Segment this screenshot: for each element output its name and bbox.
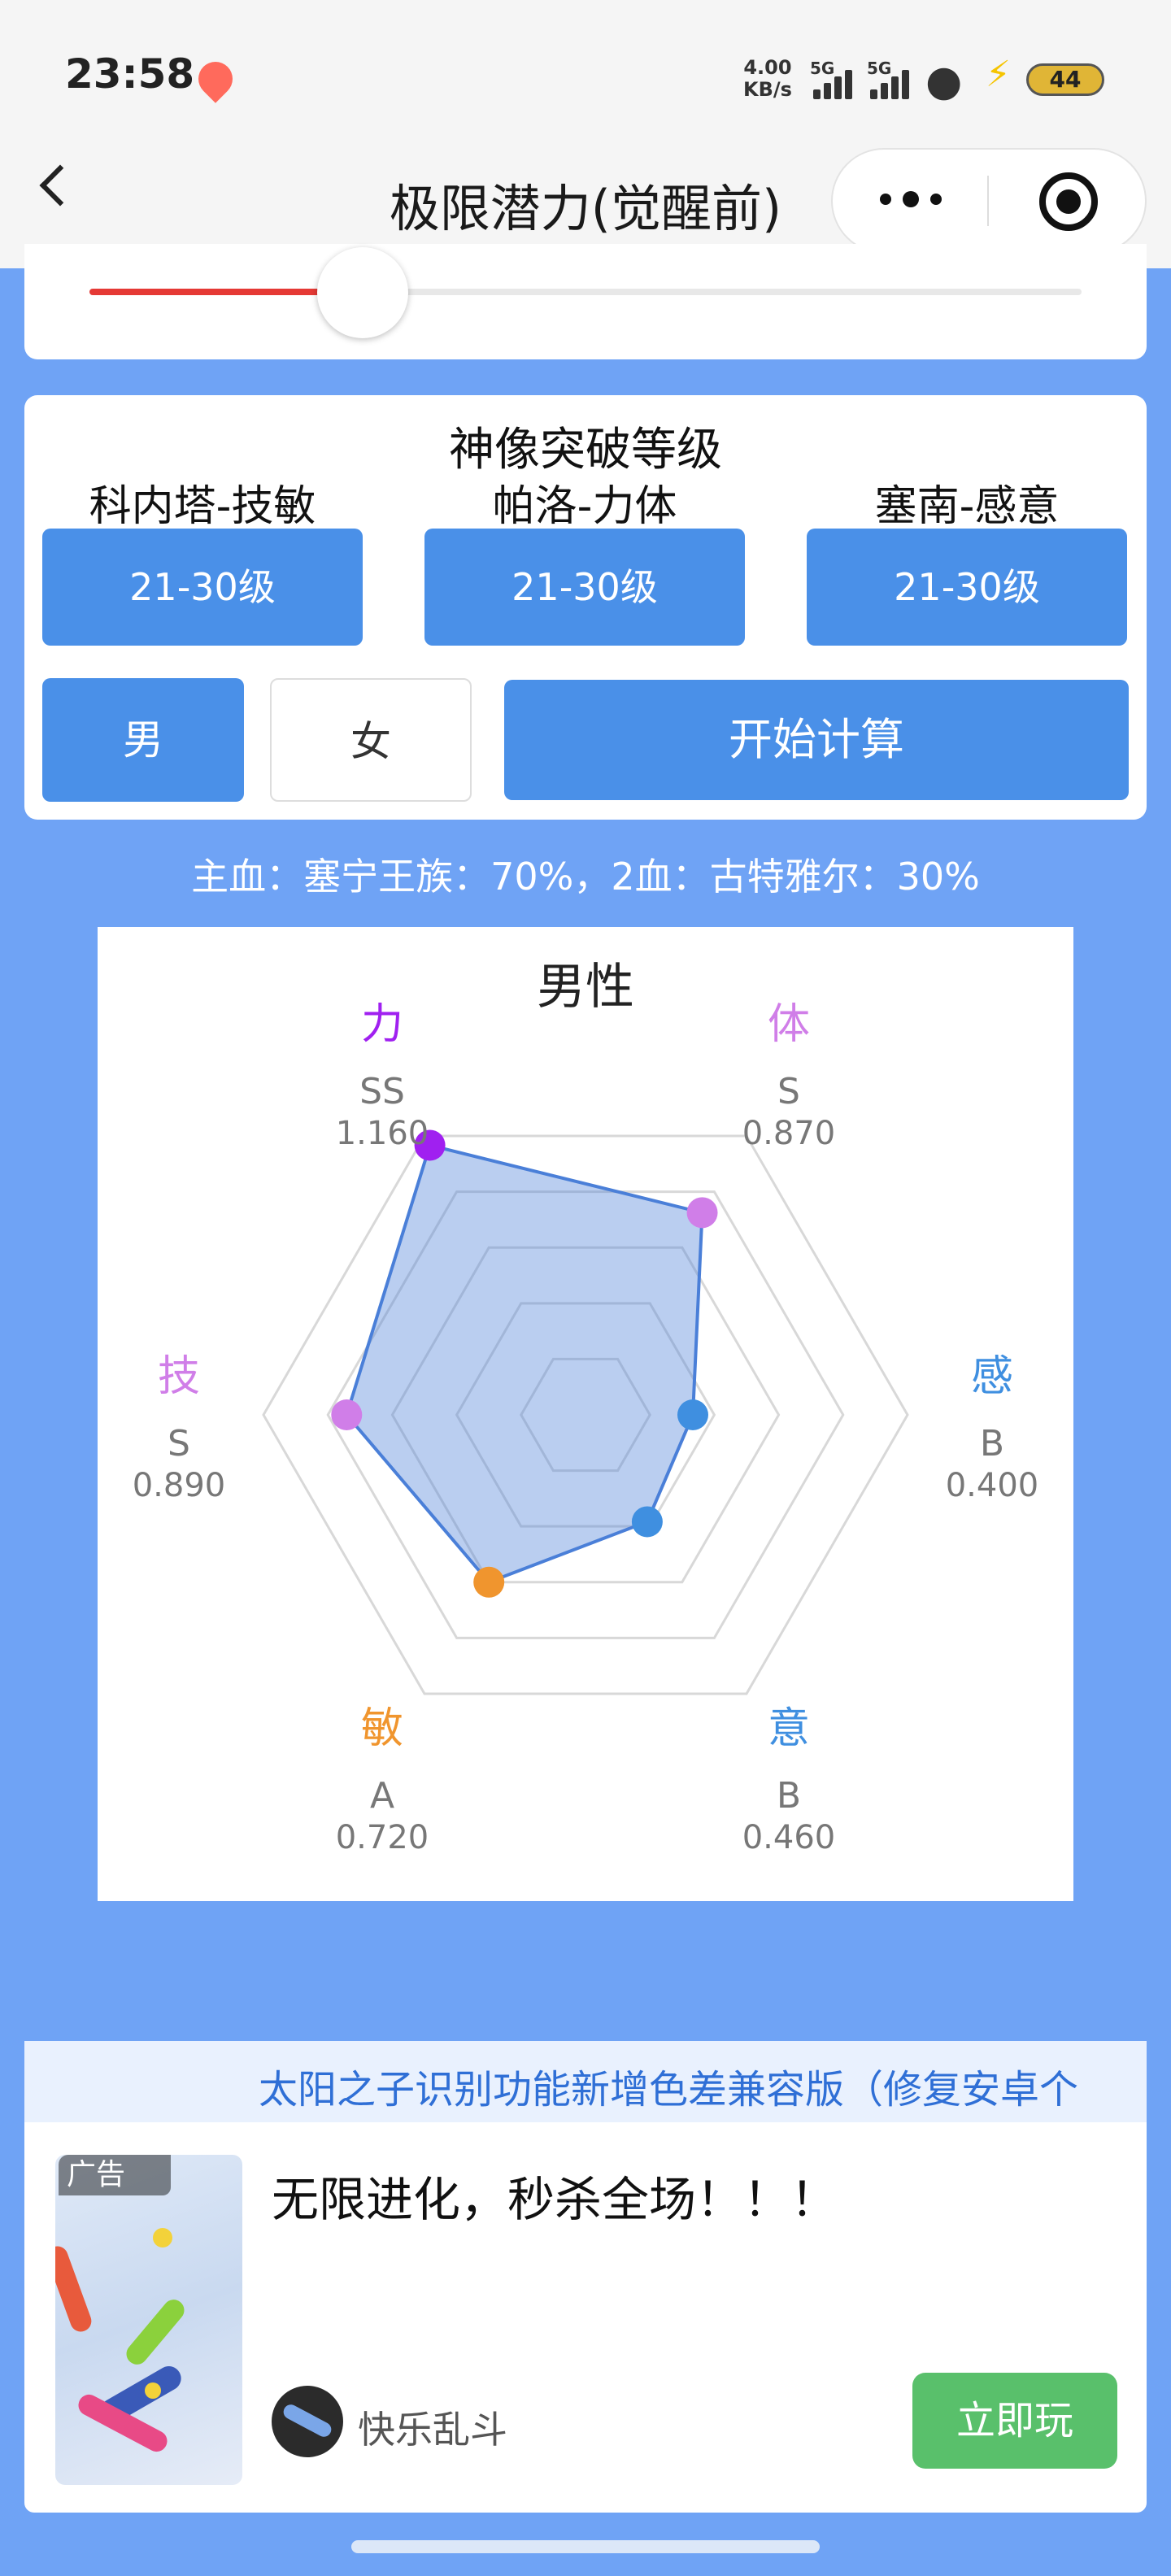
notice-text[interactable]: 太阳之子识别功能新增色差兼容版（修复安卓个	[259, 2057, 1145, 2114]
radar-axis-value: 0.460	[742, 1819, 836, 1856]
gender-male-button[interactable]: 男	[42, 678, 244, 802]
network-speed-unit: KB/s	[743, 78, 792, 101]
ad-thumbnail[interactable]	[55, 2155, 242, 2485]
signal-icon: 5G	[810, 59, 859, 99]
column-label-sainan: 塞南-感意	[874, 482, 1060, 531]
radar-axis-grade: SS	[359, 1071, 405, 1112]
radar-axis-name: 技	[158, 1352, 200, 1401]
radar-axis-value: 0.720	[336, 1819, 429, 1856]
play-now-button[interactable]: 立即玩	[912, 2373, 1117, 2469]
radar-axis-name: 体	[768, 1000, 810, 1049]
slider-card	[24, 244, 1147, 359]
radar-axis-value: 0.400	[946, 1467, 1039, 1504]
start-calculate-button[interactable]: 开始计算	[504, 680, 1129, 800]
level-select-palo[interactable]: 21-30级	[424, 529, 745, 646]
radar-axis-name: 力	[361, 1000, 403, 1049]
radar-chart: 男性 力SS1.160体S0.870感B0.400意B0.460敏A0.720技…	[133, 959, 1039, 1856]
column-label-konetta: 科内塔-技敏	[89, 482, 316, 531]
home-indicator[interactable]	[351, 2540, 820, 2553]
radar-axis-value: 0.890	[133, 1467, 226, 1504]
chart-title: 男性	[537, 959, 634, 1016]
radar-point	[331, 1399, 363, 1430]
ad-brand-avatar[interactable]	[272, 2386, 343, 2457]
radar-point	[631, 1506, 663, 1538]
radar-axis-grade: S	[777, 1071, 800, 1112]
more-icon[interactable]	[877, 184, 950, 216]
radar-axis-grade: B	[980, 1423, 1004, 1464]
level-select-konetta[interactable]: 21-30级	[42, 529, 363, 646]
capsule-divider	[987, 176, 989, 226]
bloodline-text: 主血：塞宁王族：70%，2血：古特雅尔：30%	[191, 855, 980, 899]
network-speed-value: 4.00	[743, 56, 792, 79]
radar-axis-grade: A	[370, 1775, 394, 1817]
radar-point	[686, 1197, 718, 1229]
gender-female-button[interactable]: 女	[270, 678, 472, 802]
wifi-icon: ●	[925, 57, 963, 106]
column-label-palo: 帕洛-力体	[492, 482, 677, 531]
radar-point	[677, 1399, 708, 1430]
status-time: 23:58	[65, 50, 195, 98]
radar-point	[473, 1566, 505, 1598]
battery-indicator: 44	[1026, 63, 1104, 96]
section-title: 神像突破等级	[449, 424, 722, 476]
radar-axis-name: 敏	[361, 1704, 403, 1753]
radar-axis-grade: S	[168, 1423, 190, 1464]
radar-axis-name: 意	[768, 1704, 810, 1753]
radar-axis-grade: B	[777, 1775, 801, 1817]
network-speed: 4.00 KB/s	[743, 57, 792, 101]
signal-icon: 5G	[867, 59, 916, 99]
radar-axis-name: 感	[971, 1352, 1013, 1401]
ad-brand-name[interactable]: 快乐乱斗	[358, 2400, 507, 2454]
signal-label: 5G	[867, 59, 892, 78]
radar-axis-value: 0.870	[742, 1115, 836, 1152]
radar-axis-value: 1.160	[336, 1115, 429, 1152]
ad-badge: 广告	[59, 2155, 171, 2195]
charging-icon: ⚡	[986, 54, 1011, 95]
slider-thumb[interactable]	[317, 247, 408, 338]
close-program-icon[interactable]	[1039, 172, 1098, 231]
level-select-sainan[interactable]: 21-30级	[807, 529, 1127, 646]
signal-label: 5G	[810, 59, 835, 78]
ad-headline[interactable]: 无限进化，秒杀全场！！！	[272, 2161, 838, 2230]
